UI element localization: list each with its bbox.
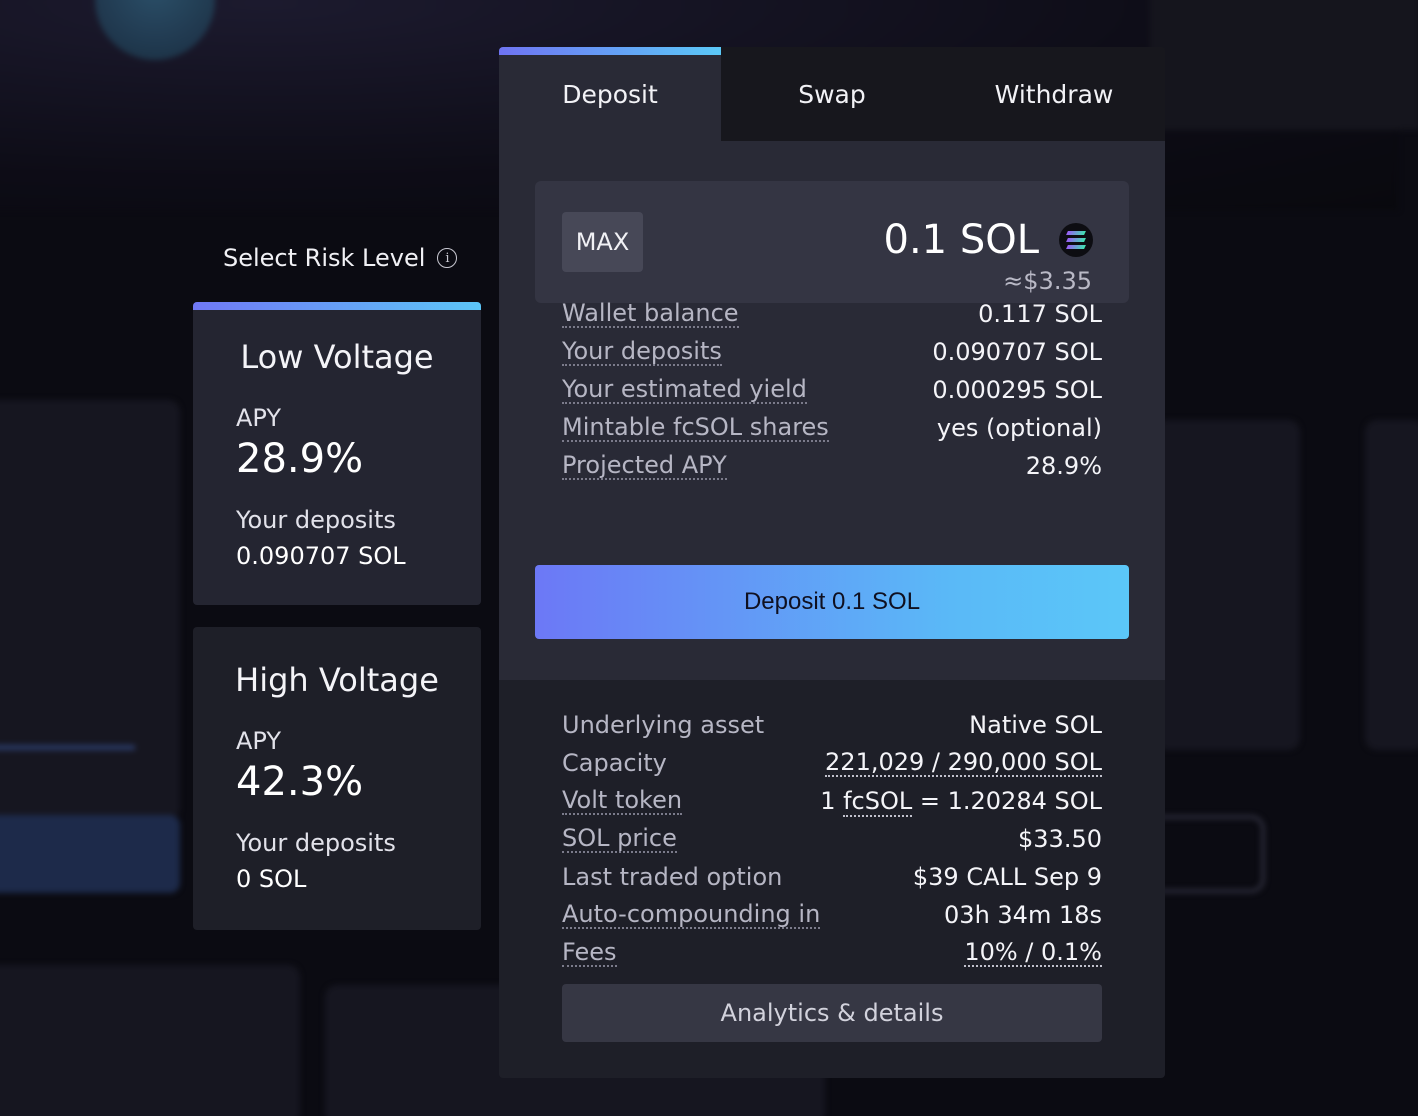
projected-apy-value: 28.9% [1025, 452, 1102, 480]
volt-token-link[interactable]: fcSOL [843, 787, 913, 817]
background-progress [0, 745, 135, 750]
background-card [1365, 420, 1418, 750]
selected-indicator [193, 302, 481, 310]
estimated-yield-value: 0.000295 SOL [932, 376, 1102, 404]
apy-value: 42.3% [236, 759, 364, 805]
vault-panel: Deposit Swap Withdraw MAX 0.1 SOL ≈$3.35… [499, 47, 1165, 1078]
mintable-shares-value: yes (optional) [936, 414, 1102, 442]
deposit-button[interactable]: Deposit 0.1 SOL [535, 565, 1129, 639]
sol-price-label[interactable]: SOL price [562, 825, 677, 853]
fees-label[interactable]: Fees [562, 939, 617, 967]
deposit-form: MAX 0.1 SOL ≈$3.35 Wallet balance 0.117 … [499, 141, 1165, 680]
apy-label: APY [236, 404, 282, 432]
sol-price-value: $33.50 [1018, 825, 1102, 853]
risk-card-name: Low Voltage [240, 338, 434, 376]
projected-apy-label[interactable]: Projected APY [562, 452, 727, 480]
solana-icon [1059, 223, 1093, 257]
background-card [0, 400, 180, 820]
select-risk-level-label: Select Risk Level [223, 244, 426, 272]
your-deposits-label[interactable]: Your deposits [562, 338, 722, 366]
info-row: Wallet balance 0.117 SOL [562, 295, 1102, 333]
max-button[interactable]: MAX [562, 212, 643, 272]
detail-row: Auto-compounding in 03h 34m 18s [562, 896, 1102, 934]
tab-deposit[interactable]: Deposit [499, 47, 721, 141]
last-traded-option-label: Last traded option [562, 863, 783, 891]
last-traded-option-value: $39 CALL Sep 9 [912, 863, 1102, 891]
deposit-info: Wallet balance 0.117 SOL Your deposits 0… [562, 295, 1102, 485]
mintable-shares-label[interactable]: Mintable fcSOL shares [562, 414, 829, 442]
fees-value[interactable]: 10% / 0.1% [964, 939, 1102, 967]
volt-token-prefix: 1 [820, 787, 844, 815]
volt-token-value: 1 fcSOL = 1.20284 SOL [820, 787, 1102, 817]
underlying-asset-label: Underlying asset [562, 711, 765, 739]
info-row: Your deposits 0.090707 SOL [562, 333, 1102, 371]
apy-value: 28.9% [236, 436, 364, 482]
detail-row: SOL price $33.50 [562, 820, 1102, 858]
wallet-balance-label[interactable]: Wallet balance [562, 300, 739, 328]
estimated-yield-label[interactable]: Your estimated yield [562, 376, 807, 404]
capacity-value[interactable]: 221,029 / 290,000 SOL [825, 749, 1102, 777]
detail-row: Last traded option $39 CALL Sep 9 [562, 858, 1102, 896]
deposits-label: Your deposits [236, 829, 396, 857]
risk-card-name: High Voltage [235, 661, 439, 699]
info-icon[interactable]: i [437, 248, 458, 268]
amount-usd-value: ≈$3.35 [1003, 267, 1092, 295]
amount-value[interactable]: 0.1 SOL [884, 217, 1040, 263]
tab-swap[interactable]: Swap [721, 47, 943, 141]
underlying-asset-value: Native SOL [969, 711, 1102, 739]
vault-details: Underlying asset Native SOL Capacity 221… [499, 680, 1165, 1078]
info-row: Projected APY 28.9% [562, 447, 1102, 485]
auto-compounding-label[interactable]: Auto-compounding in [562, 901, 821, 929]
detail-row: Capacity 221,029 / 290,000 SOL [562, 744, 1102, 782]
your-deposits-value: 0.090707 SOL [932, 338, 1102, 366]
wallet-balance-value: 0.117 SOL [978, 300, 1102, 328]
capacity-label: Capacity [562, 749, 667, 777]
apy-label: APY [236, 727, 282, 755]
risk-card-high-voltage[interactable]: High Voltage APY 42.3% Your deposits 0 S… [193, 627, 481, 930]
background-right-panel [1150, 0, 1418, 130]
deposits-value: 0.090707 SOL [236, 542, 406, 570]
deposits-value: 0 SOL [236, 865, 307, 893]
tab-bar: Deposit Swap Withdraw [499, 47, 1165, 141]
tab-withdraw[interactable]: Withdraw [943, 47, 1165, 141]
vault-details-list: Underlying asset Native SOL Capacity 221… [562, 706, 1102, 972]
detail-row: Fees 10% / 0.1% [562, 934, 1102, 972]
risk-card-low-voltage[interactable]: Low Voltage APY 28.9% Your deposits 0.09… [193, 302, 481, 605]
volt-token-rate: = 1.20284 SOL [912, 787, 1102, 815]
info-row: Your estimated yield 0.000295 SOL [562, 371, 1102, 409]
detail-row: Volt token 1 fcSOL = 1.20284 SOL [562, 782, 1102, 820]
select-risk-level-heading: Select Risk Level i [223, 244, 458, 272]
info-row: Mintable fcSOL shares yes (optional) [562, 409, 1102, 447]
analytics-details-button[interactable]: Analytics & details [562, 984, 1102, 1042]
auto-compounding-value: 03h 34m 18s [944, 901, 1102, 929]
background-card [0, 965, 300, 1116]
volt-token-label[interactable]: Volt token [562, 787, 683, 815]
detail-row: Underlying asset Native SOL [562, 706, 1102, 744]
amount-input[interactable]: MAX 0.1 SOL ≈$3.35 [535, 181, 1129, 303]
background-button [0, 815, 180, 893]
deposits-label: Your deposits [236, 506, 396, 534]
background-card [1155, 420, 1300, 750]
